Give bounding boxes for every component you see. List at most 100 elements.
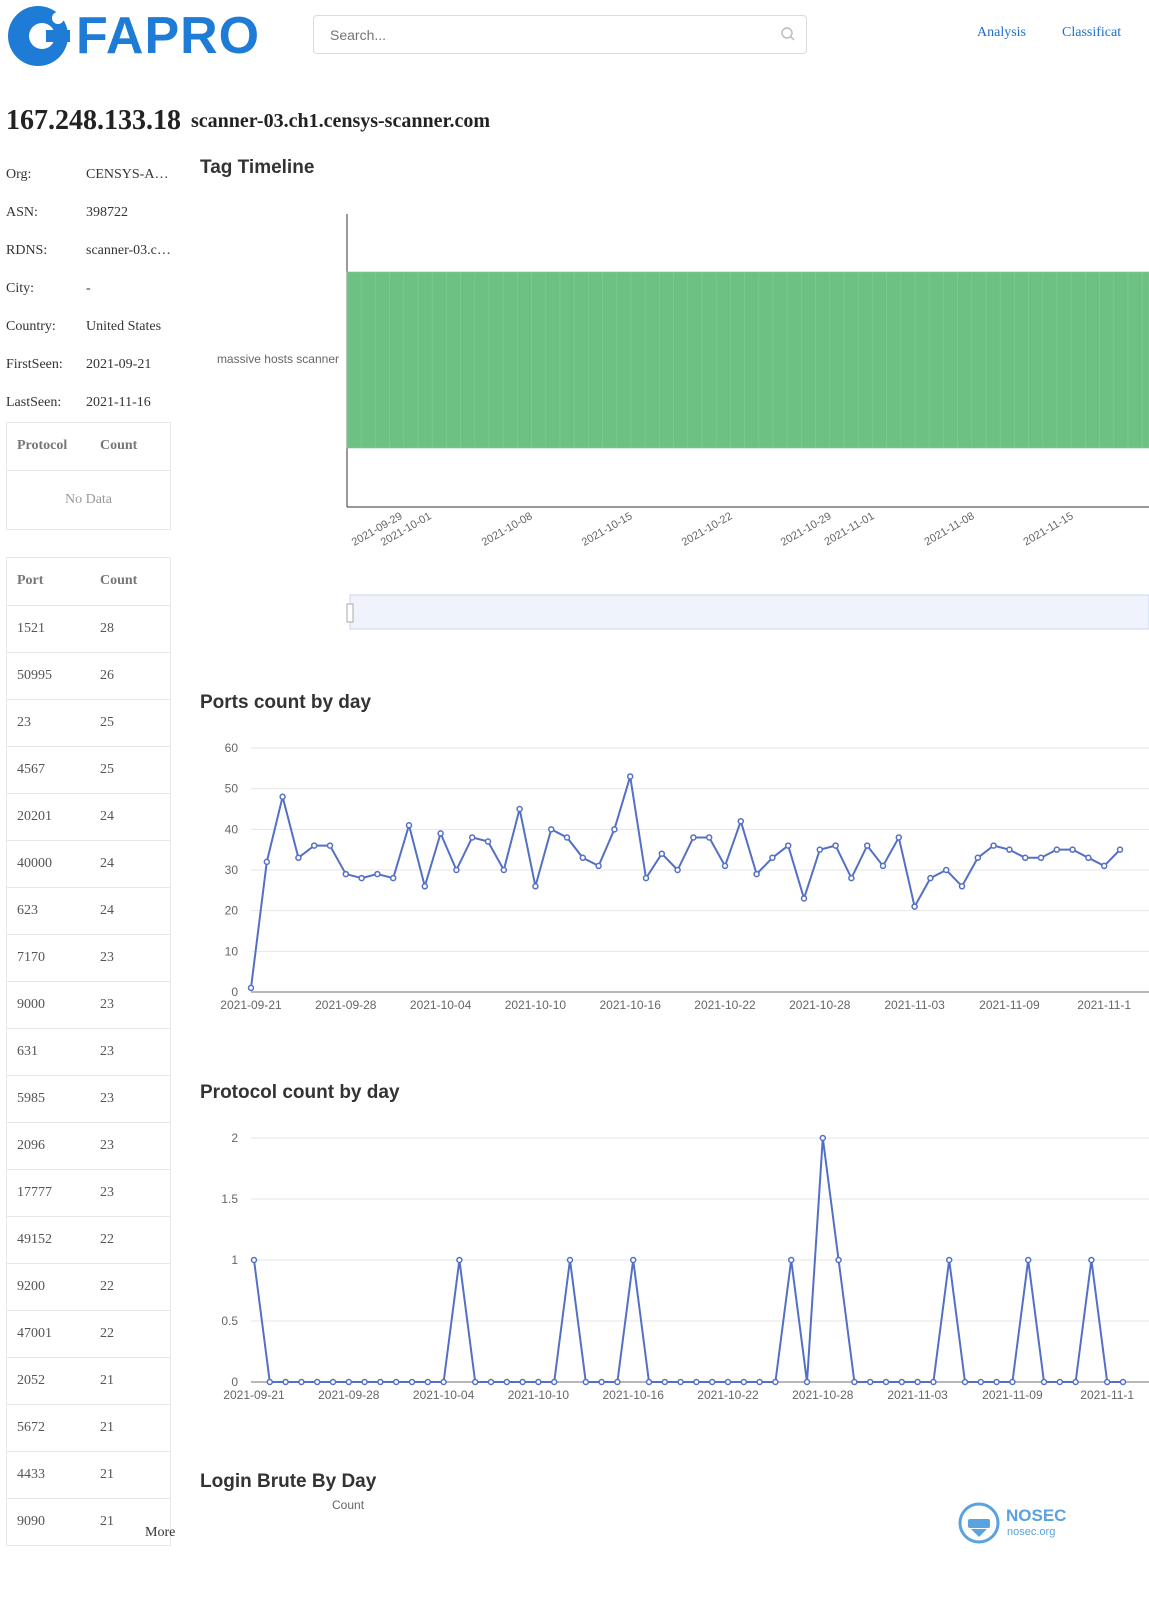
data-point: [977, 1378, 985, 1386]
data-point: [945, 1256, 953, 1264]
data-point: [772, 1378, 779, 1386]
data-point: [898, 1378, 906, 1386]
timeline-bar: [630, 271, 646, 449]
timeline-bar: [772, 271, 788, 449]
timeline-bar: [417, 271, 433, 449]
port-cell: 17777: [17, 1185, 52, 1200]
data-point: [345, 1378, 353, 1386]
tag-category-label: massive hosts scanner: [217, 352, 339, 366]
data-point: [1006, 846, 1013, 853]
port-cell: 9200: [17, 1279, 45, 1294]
header-protocol[interactable]: Protocol: [17, 438, 67, 454]
timeline-bar: [872, 271, 887, 449]
data-point: [389, 874, 397, 882]
search-icon[interactable]: [780, 26, 796, 42]
nosec-url: nosec.org: [1007, 1526, 1056, 1538]
x-tick-label: 2021-10-04: [410, 998, 472, 1012]
data-point: [835, 1256, 842, 1264]
data-point: [690, 834, 697, 841]
count-cell: 21: [100, 1514, 114, 1529]
data-point: [1053, 846, 1061, 853]
x-tick-label: 2021-11-09: [982, 1388, 1043, 1402]
timeline-bar: [914, 271, 930, 449]
data-point: [1024, 1256, 1032, 1264]
header-port[interactable]: Port: [17, 573, 43, 589]
table-row: 5985 23: [7, 1076, 170, 1123]
x-tick-label: 2021-10-28: [792, 1388, 854, 1402]
data-point: [848, 874, 855, 882]
port-cell: 23: [17, 715, 31, 730]
data-point: [1069, 846, 1076, 853]
header-count[interactable]: Count: [100, 438, 137, 454]
data-point: [279, 793, 286, 801]
x-tick-label: 2021-10-04: [413, 1388, 475, 1402]
table-row: 23 25: [7, 700, 170, 747]
table-row: 2052 21: [7, 1358, 170, 1405]
data-point: [408, 1378, 416, 1386]
datazoom-handle[interactable]: [346, 603, 354, 623]
x-tick-label: 2021-11-08: [922, 510, 976, 548]
timeline-bar: [502, 271, 518, 449]
port-cell: 47001: [17, 1326, 52, 1341]
nav-analysis[interactable]: Analysis: [977, 25, 1026, 41]
nav-classification[interactable]: Classificat: [1062, 25, 1121, 41]
data-point: [535, 1378, 542, 1386]
timeline-bar: [460, 271, 476, 449]
fapro-logo[interactable]: FAPRO: [6, 4, 288, 68]
timeline-bar: [545, 271, 561, 449]
data-point: [453, 866, 460, 874]
timeline-bar: [1014, 271, 1029, 449]
data-point: [866, 1378, 874, 1386]
table-row: 1521 28: [7, 606, 170, 653]
data-point: [358, 874, 365, 882]
timeline-bar: [1028, 271, 1044, 449]
more-link[interactable]: More: [145, 1525, 175, 1541]
data-point: [658, 850, 666, 857]
x-tick-label: 2021-11-03: [887, 1388, 948, 1402]
x-tick-label: 2021-10-22: [697, 1388, 759, 1402]
search-box[interactable]: [313, 15, 807, 54]
y-tick-label: 0: [231, 985, 238, 999]
timeline-bar: [431, 271, 447, 449]
data-point: [1021, 854, 1029, 862]
timeline-bar: [758, 271, 774, 449]
info-value: -: [86, 281, 91, 296]
count-cell: 24: [100, 903, 114, 918]
search-input[interactable]: [328, 16, 772, 54]
data-point: [661, 1378, 669, 1386]
port-cell: 5672: [17, 1420, 45, 1435]
count-cell: 25: [100, 715, 114, 730]
port-cell: 631: [17, 1044, 38, 1059]
timeline-bar: [829, 271, 845, 449]
info-label: City:: [6, 281, 35, 296]
header-count[interactable]: Count: [100, 573, 137, 589]
data-point: [313, 1378, 321, 1386]
data-point: [895, 834, 903, 841]
timeline-bar: [1099, 271, 1115, 449]
datazoom-slider[interactable]: [349, 594, 1149, 630]
data-point: [705, 834, 713, 841]
port-cell: 4567: [17, 762, 45, 777]
nosec-watermark: NOSEC nosec.org: [958, 1500, 1078, 1544]
data-point: [851, 1378, 858, 1386]
x-tick-label: 2021-10-22: [694, 998, 756, 1012]
timeline-bar: [389, 271, 405, 449]
count-cell: 26: [100, 668, 114, 683]
y-tick-label: 30: [225, 863, 239, 877]
logo-mark-icon: [8, 6, 70, 66]
timeline-bar: [616, 271, 632, 449]
data-point: [582, 1378, 590, 1386]
data-point: [724, 1378, 732, 1386]
x-tick-label: 2021-11-1: [1077, 998, 1131, 1012]
timeline-bar: [900, 271, 916, 449]
table-row: 9000 23: [7, 982, 170, 1029]
data-point: [611, 826, 618, 833]
timeline-bar: [375, 271, 390, 449]
protocol-line-chart: 0 0.5 1 1.5 2 2021-09-21 2021-09-28 2021-10-04 2…: [221, 1131, 1149, 1402]
timeline-bar: [857, 271, 873, 449]
timeline-bar: [687, 271, 703, 449]
timeline-bar: [488, 271, 504, 449]
data-point: [1009, 1378, 1016, 1386]
x-tick-label: 2021-11-09: [979, 998, 1040, 1012]
count-cell: 25: [100, 762, 114, 777]
